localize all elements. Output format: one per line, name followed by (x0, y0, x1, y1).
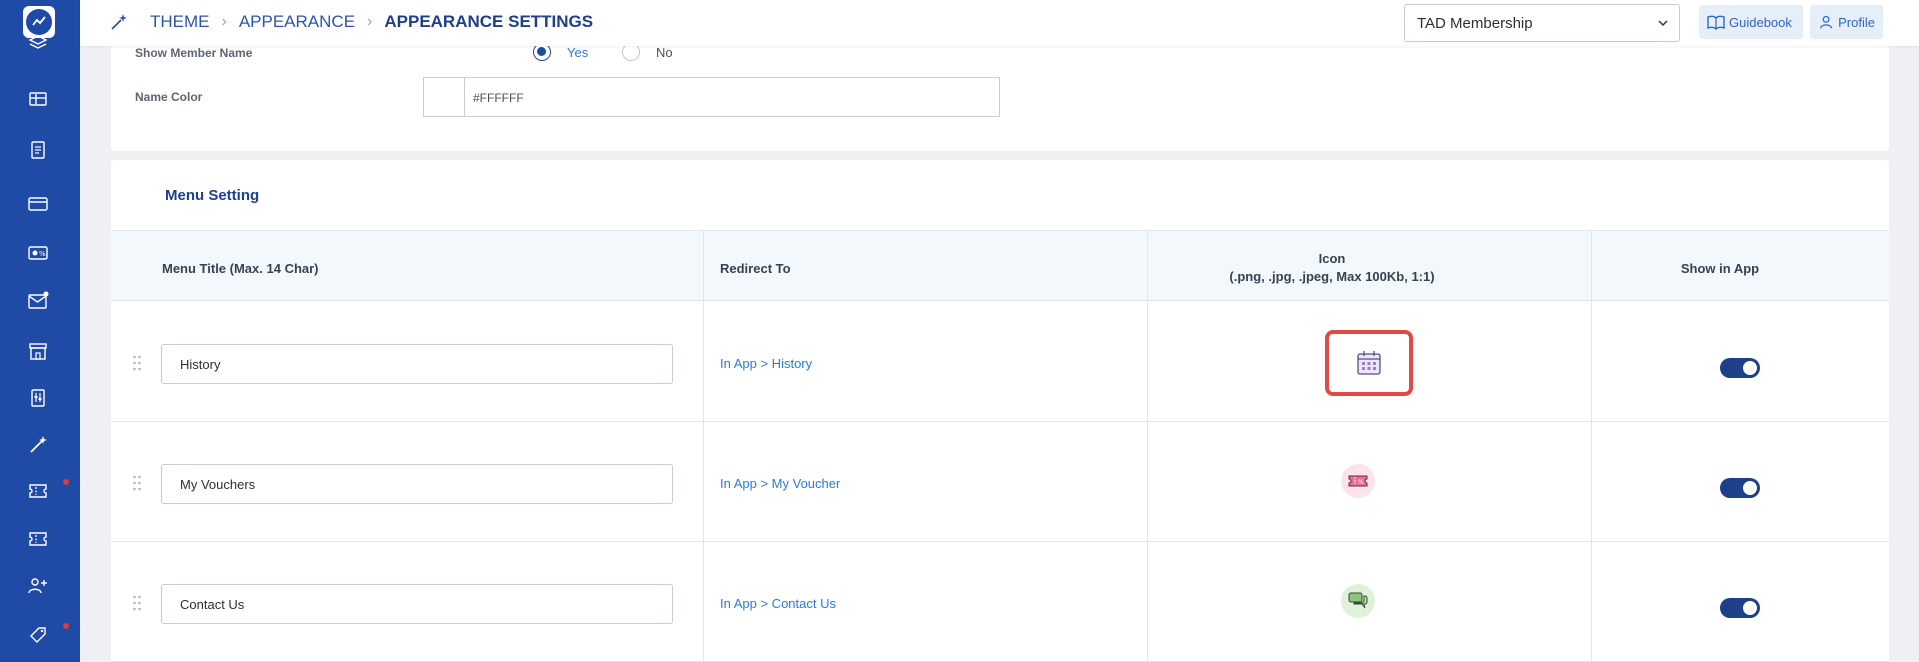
top-bar: THEME › APPEARANCE › APPEARANCE SETTINGS… (80, 0, 1919, 46)
column-redirect: Redirect To (720, 261, 791, 276)
notification-dot (63, 479, 69, 485)
breadcrumb-separator: › (367, 13, 373, 30)
icon-upload[interactable] (1325, 330, 1413, 396)
icon-upload[interactable] (1328, 571, 1388, 631)
chat-icon (1341, 584, 1375, 618)
notification-dot (63, 623, 69, 629)
column-icon-title: Icon (1318, 251, 1346, 266)
drag-handle-icon[interactable] (132, 474, 142, 492)
tag-icon[interactable] (25, 622, 51, 648)
yes-label: Yes (567, 45, 589, 60)
drag-handle-icon[interactable] (132, 354, 142, 372)
no-label: No (656, 45, 673, 60)
menu-setting-title: Menu Setting (165, 187, 260, 204)
breadcrumb: THEME › APPEARANCE › APPEARANCE SETTINGS (110, 12, 593, 32)
profile-label: Profile (1838, 14, 1875, 30)
book-icon (1707, 15, 1725, 30)
breadcrumb-current: APPEARANCE SETTINGS (384, 12, 594, 31)
discount-card-icon[interactable]: % (25, 240, 51, 266)
magic-wand-icon[interactable] (25, 432, 51, 458)
table-header: Menu Title (Max. 14 Char) Redirect To Ic… (111, 230, 1889, 301)
icon-upload[interactable]: % (1328, 451, 1388, 511)
calendar-icon (1357, 351, 1381, 375)
svg-text:%: % (1358, 479, 1364, 486)
membership-select[interactable]: TAD Membership (1404, 4, 1680, 42)
voucher-icon: % (1341, 464, 1375, 498)
svg-text:%: % (39, 250, 46, 258)
menu-title-input[interactable]: Contact Us (161, 584, 673, 624)
column-divider (1591, 230, 1592, 662)
guidebook-label: Guidebook (1729, 14, 1792, 30)
drag-handle-icon[interactable] (132, 594, 142, 612)
magic-wand-icon (111, 14, 127, 30)
show-in-app-toggle[interactable] (1720, 358, 1760, 378)
name-color-swatch[interactable] (423, 77, 465, 117)
id-card-icon[interactable] (25, 86, 51, 112)
profile-settings-card: Show Member Name Yes No Name Color #FFFF… (111, 30, 1889, 151)
breadcrumb-appearance[interactable]: APPEARANCE (239, 12, 355, 32)
document-icon[interactable] (25, 137, 51, 163)
breadcrumb-theme[interactable]: THEME (150, 12, 210, 32)
stack-icon[interactable] (25, 30, 51, 56)
guidebook-button[interactable]: Guidebook (1699, 5, 1803, 39)
sidebar: % (0, 0, 80, 662)
profile-button[interactable]: Profile (1810, 5, 1883, 39)
column-icon-hint: (.png, .jpg, .jpeg, Max 100Kb, 1:1) (1229, 269, 1435, 284)
column-divider (1147, 230, 1148, 662)
membership-select-value: TAD Membership (1417, 15, 1533, 32)
user-icon (1820, 15, 1833, 29)
column-show-in-app: Show in App (1680, 261, 1760, 276)
store-icon[interactable] (25, 338, 51, 364)
menu-title-input[interactable]: History (161, 344, 673, 384)
credit-card-icon[interactable] (25, 191, 51, 217)
chevron-down-icon (1658, 20, 1668, 27)
column-divider (703, 230, 704, 662)
redirect-link[interactable]: In App > Contact Us (720, 596, 836, 611)
show-in-app-toggle[interactable] (1720, 478, 1760, 498)
row-divider (111, 421, 1889, 422)
name-color-input[interactable]: #FFFFFF (464, 77, 1000, 117)
redirect-link[interactable]: In App > My Voucher (720, 476, 840, 491)
mail-notification-icon[interactable] (25, 288, 51, 314)
menu-title-input[interactable]: My Vouchers (161, 464, 673, 504)
breadcrumb-separator: › (221, 13, 227, 30)
settings-doc-icon[interactable] (25, 385, 51, 411)
row-divider (111, 541, 1889, 542)
redirect-link[interactable]: In App > History (720, 356, 812, 371)
menu-setting-card: Menu Setting Menu Title (Max. 14 Char) R… (111, 160, 1889, 662)
user-add-icon[interactable] (25, 573, 51, 599)
name-color-label: Name Color (135, 90, 203, 104)
ticket-icon[interactable] (25, 478, 51, 504)
ticket-icon[interactable] (25, 526, 51, 552)
column-icon: Icon (.png, .jpg, .jpeg, Max 100Kb, 1:1) (1147, 251, 1517, 284)
show-member-name-label: Show Member Name (135, 46, 253, 60)
column-menu-title: Menu Title (Max. 14 Char) (162, 261, 319, 276)
show-in-app-toggle[interactable] (1720, 598, 1760, 618)
